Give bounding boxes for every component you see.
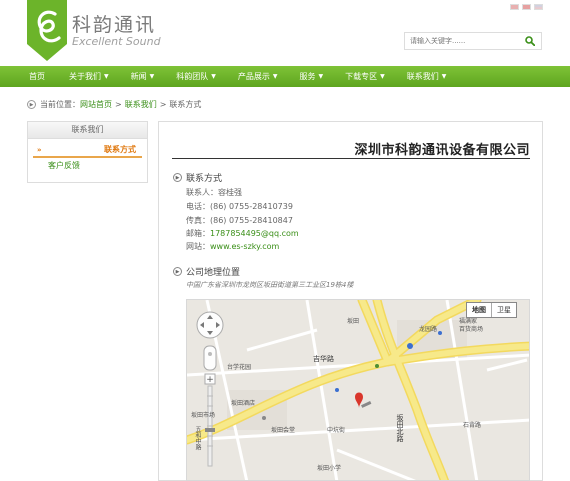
sidebar-item-label: 客户反馈 xyxy=(48,161,80,170)
breadcrumb-prefix: 当前位置： xyxy=(40,100,80,109)
nav-item-news[interactable]: 新闻 ▼ xyxy=(131,71,155,82)
contact-section-heading: ▶ 联系方式 xyxy=(173,171,222,184)
chevron-down-icon: ▼ xyxy=(272,73,278,80)
email-row: 邮箱：1787854495@qq.com xyxy=(186,228,299,239)
email-label: 邮箱： xyxy=(186,229,210,238)
nav-item-home[interactable]: 首页 xyxy=(29,71,45,82)
site-header: 科韵通讯 Excellent Sound xyxy=(0,0,570,66)
map-pan-control xyxy=(196,311,224,339)
main-content: 深圳市科韵通讯设备有限公司 ▶ 联系方式 联系人：容桂强 电话：(86) 075… xyxy=(158,121,543,481)
arrow-right-icon: » xyxy=(37,146,42,154)
nav-item-download[interactable]: 下载专区 ▼ xyxy=(345,71,385,82)
company-address: 中国广东省深圳市龙岗区坂田街道第三工业区19栋4楼 xyxy=(186,281,354,289)
sidebar-title: 联系我们 xyxy=(28,122,147,139)
phone-value: (86) 0755-28410739 xyxy=(210,202,293,211)
search-box xyxy=(404,32,542,50)
sidebar-item-contact-info[interactable]: » 联系方式 xyxy=(33,142,142,158)
map-label: 坂田市场 xyxy=(191,412,216,419)
website-label: 网站： xyxy=(186,242,210,251)
map-label: 五和中路 xyxy=(194,426,201,450)
section-heading-text: 联系方式 xyxy=(186,174,223,184)
chevron-right-icon: ▶ xyxy=(173,173,182,182)
location-section-heading: ▶ 公司地理位置 xyxy=(173,265,240,278)
main-nav: 首页 关于我们 ▼ 新闻 ▼ 科韵团队 ▼ 产品展示 ▼ 服务 ▼ 下载专区 ▼ 联系我们 ▼ xyxy=(0,66,570,87)
logo-title-cn: 科韵通讯 xyxy=(72,14,157,36)
phone-label: 电话： xyxy=(186,202,210,211)
nav-item-label: 联系我们 xyxy=(406,72,439,81)
search-icon[interactable] xyxy=(519,33,541,49)
nav-item-label: 首页 xyxy=(29,72,45,81)
map-label: 吉华路 xyxy=(313,355,334,363)
nav-item-service[interactable]: 服务 ▼ xyxy=(300,71,324,82)
search-input[interactable] xyxy=(405,33,519,49)
nav-item-label: 新闻 xyxy=(130,72,147,81)
map-label: 石背路 xyxy=(463,422,482,429)
fax-value: (86) 0755-28410847 xyxy=(210,216,293,225)
nav-item-label: 产品展示 xyxy=(237,72,270,81)
fax-label: 传真： xyxy=(186,216,210,225)
chevron-down-icon: ▼ xyxy=(318,73,324,80)
sidebar-item-feedback[interactable]: 客户反馈 xyxy=(28,158,147,174)
map-label: 坂田酒店 xyxy=(231,400,256,407)
map-label: 坂田会堂 xyxy=(271,427,296,434)
flag-hk-icon[interactable] xyxy=(522,4,531,10)
nav-item-label: 科韵团队 xyxy=(176,72,209,81)
map-label: 龙园路 xyxy=(419,326,438,333)
contact-person-label: 联系人： xyxy=(186,188,218,197)
chevron-down-icon: ▼ xyxy=(211,73,216,80)
map-type-toggle: 地图 卫星 xyxy=(466,302,517,318)
chevron-right-icon: ▶ xyxy=(173,267,182,276)
fax-row: 传真：(86) 0755-28410847 xyxy=(186,215,293,226)
contact-person-row: 联系人：容桂强 xyxy=(186,187,242,198)
breadcrumb-home-link[interactable]: 网站首页 xyxy=(80,99,112,110)
page-title: 深圳市科韵通讯设备有限公司 xyxy=(354,143,530,158)
breadcrumb-separator: > xyxy=(115,100,122,109)
phone-row: 电话：(86) 0755-28410739 xyxy=(186,201,293,212)
svg-text:+: + xyxy=(206,375,214,385)
nav-item-label: 关于我们 xyxy=(69,72,101,81)
logo-title-en: Excellent Sound xyxy=(72,35,161,48)
breadcrumb-current: 联系方式 xyxy=(169,100,202,109)
chevron-right-icon: ▶ xyxy=(27,100,36,109)
flag-en-icon[interactable] xyxy=(534,4,543,10)
breadcrumb: ▶ 当前位置： 网站首页 > 联系我们 > 联系方式 xyxy=(27,99,201,110)
nav-item-contact[interactable]: 联系我们 ▼ xyxy=(407,71,447,82)
website-row: 网站：www.es-szky.com xyxy=(186,241,279,252)
language-flags xyxy=(510,4,543,10)
nav-item-label: 服务 xyxy=(299,72,316,81)
breadcrumb-parent-link[interactable]: 联系我们 xyxy=(125,99,157,110)
breadcrumb-separator: > xyxy=(159,100,167,109)
sidebar: 联系我们 » 联系方式 客户反馈 xyxy=(27,121,148,183)
email-link[interactable]: 1787854495@qq.com xyxy=(210,229,299,238)
chevron-down-icon: ▼ xyxy=(149,73,155,80)
contact-person-value: 容桂强 xyxy=(218,188,242,197)
website-link[interactable]: www.es-szky.com xyxy=(210,242,279,251)
map-label: 坂田小学 xyxy=(317,465,342,472)
nav-item-about[interactable]: 关于我们 ▼ xyxy=(69,71,109,82)
nav-item-team[interactable]: 科韵团队 ▼ xyxy=(176,71,216,82)
nav-item-products[interactable]: 产品展示 ▼ xyxy=(238,71,278,82)
title-divider xyxy=(172,158,530,159)
location-map[interactable]: + 坂田 吉华路 龙园路 福满家 百货商场 台学花园 坂田酒店 坂田北路 坂田会… xyxy=(186,299,530,481)
nav-item-label: 下载专区 xyxy=(345,72,378,81)
map-label: 中坑街 xyxy=(327,427,346,434)
section-heading-text: 公司地理位置 xyxy=(186,268,241,278)
chevron-down-icon: ▼ xyxy=(441,73,447,80)
map-label: 坂田北路 xyxy=(396,414,404,442)
satellite-view-button[interactable]: 卫星 xyxy=(492,303,516,317)
logo-icon[interactable] xyxy=(27,0,67,61)
map-label: 百货商场 xyxy=(459,326,484,333)
map-label: 坂田 xyxy=(347,318,360,325)
map-view-button[interactable]: 地图 xyxy=(467,303,492,317)
map-label: 台学花园 xyxy=(227,364,252,371)
chevron-down-icon: ▼ xyxy=(380,73,385,80)
sidebar-item-label: 联系方式 xyxy=(104,145,136,154)
flag-cn-icon[interactable] xyxy=(510,4,519,10)
chevron-down-icon: ▼ xyxy=(104,73,109,80)
